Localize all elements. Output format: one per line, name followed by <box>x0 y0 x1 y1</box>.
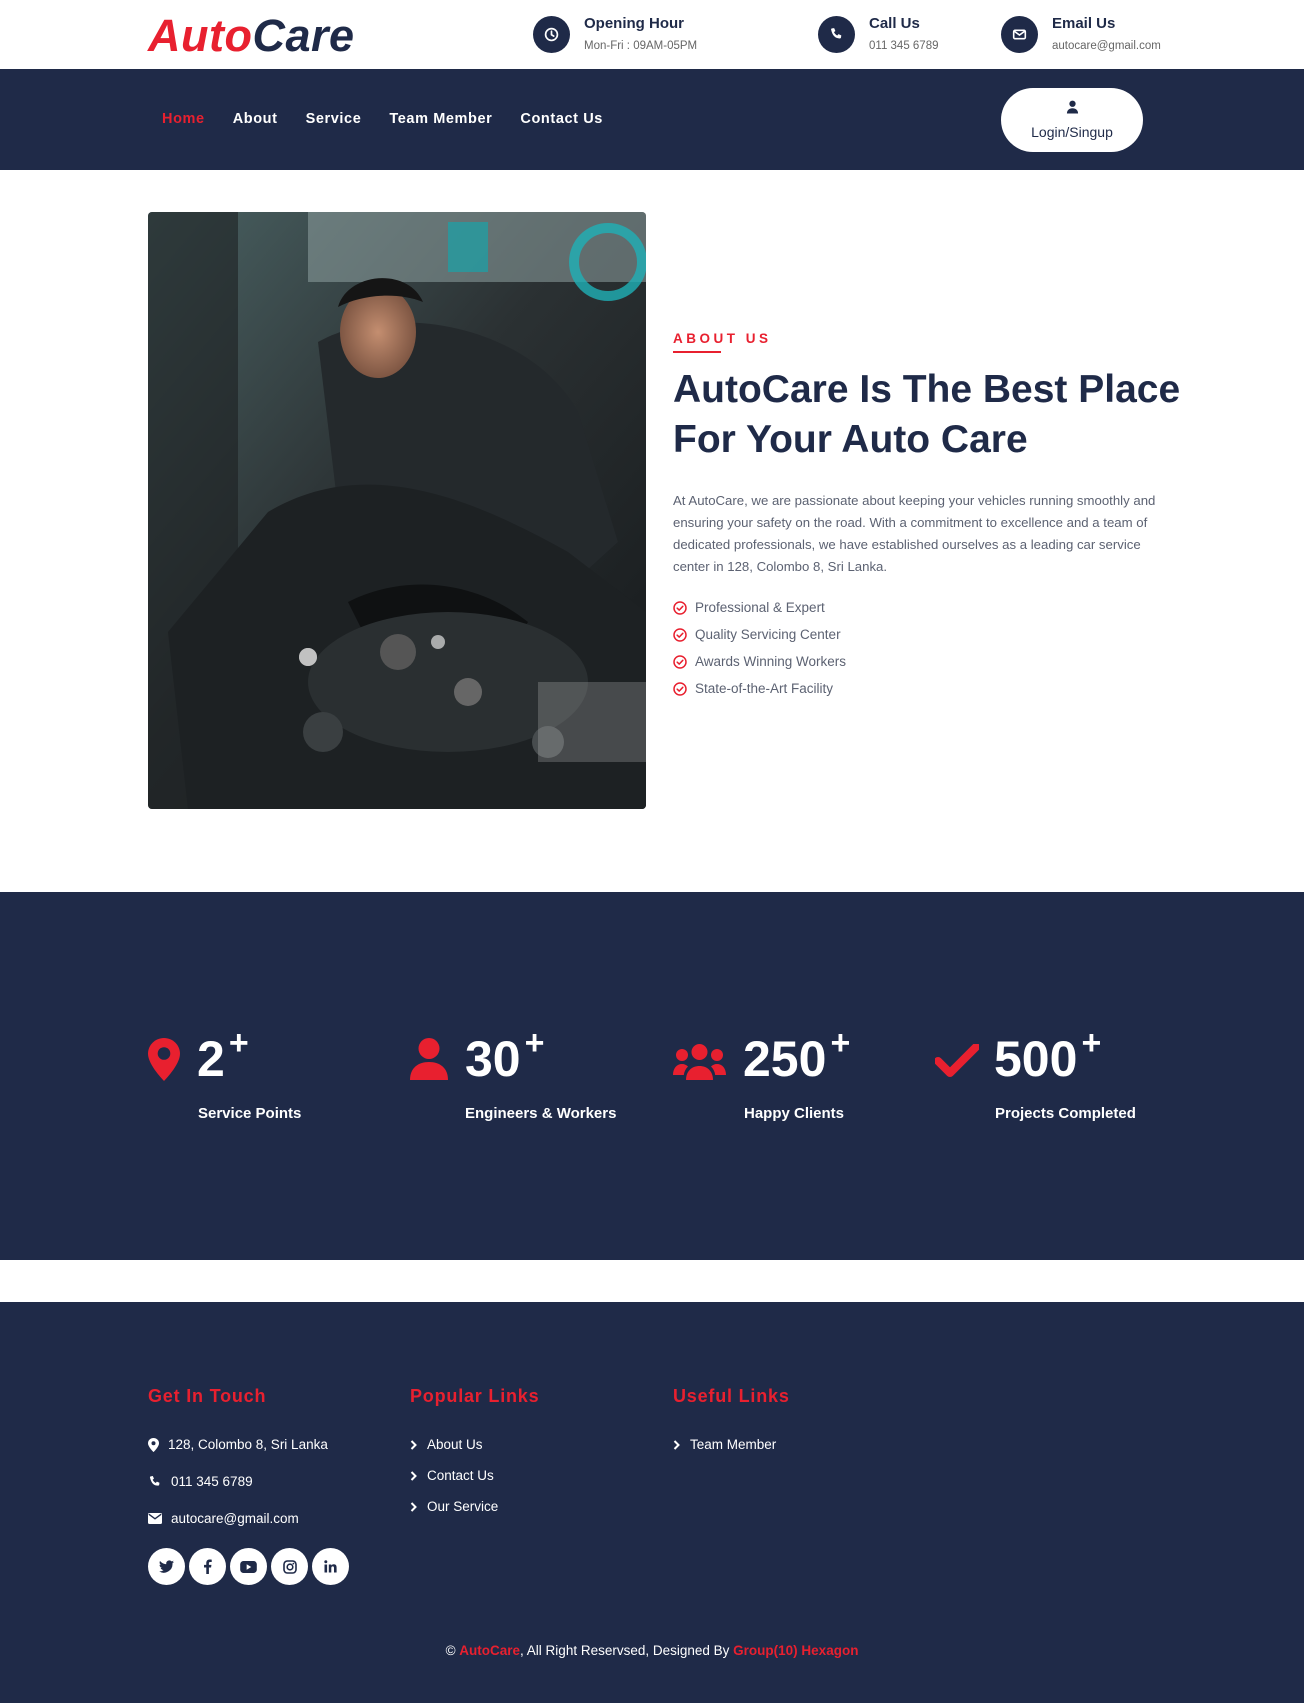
users-icon <box>673 1044 726 1085</box>
link-label: Contact Us <box>427 1468 494 1483</box>
address-text: 128, Colombo 8, Sri Lanka <box>168 1437 328 1452</box>
check-circle-icon <box>673 654 687 669</box>
feature-list: Professional & Expert Quality Servicing … <box>673 594 846 702</box>
login-signup-label: Login/Singup <box>1031 124 1113 140</box>
designer-link[interactable]: Group(10) Hexagon <box>733 1643 858 1658</box>
nav-link-home[interactable]: Home <box>162 111 205 127</box>
eyebrow-underline <box>673 351 721 353</box>
footer-phone: 011 345 6789 <box>148 1474 253 1489</box>
nav-link-contact-us[interactable]: Contact Us <box>520 111 603 127</box>
copyright-brand-link[interactable]: AutoCare <box>459 1643 520 1658</box>
stat-value: 250 + <box>743 1024 851 1087</box>
list-item: Quality Servicing Center <box>673 621 846 648</box>
footer-link-about-us[interactable]: About Us <box>410 1437 483 1452</box>
check-circle-icon <box>673 627 687 642</box>
copyright-text: © AutoCare, All Right Reservsed, Designe… <box>0 1643 1304 1658</box>
list-item: Professional & Expert <box>673 594 846 621</box>
link-label: Team Member <box>690 1437 777 1452</box>
footer-address: 128, Colombo 8, Sri Lanka <box>148 1437 328 1452</box>
nav-link-about[interactable]: About <box>233 111 278 127</box>
twitter-icon[interactable] <box>148 1548 185 1585</box>
login-signup-button[interactable]: Login/Singup <box>1001 88 1143 152</box>
list-item: State-of-the-Art Facility <box>673 675 846 702</box>
user-icon <box>410 1038 448 1085</box>
clock-icon <box>533 16 570 53</box>
feature-label: Professional & Expert <box>695 600 825 615</box>
logo-part-auto: Auto <box>148 10 253 61</box>
about-title: AutoCare Is The Best Place For Your Auto… <box>673 368 1181 461</box>
feature-label: Quality Servicing Center <box>695 627 841 642</box>
useful-links-title: Useful Links <box>673 1386 790 1406</box>
copyright-symbol: © <box>445 1643 456 1658</box>
chevron-right-icon <box>410 1470 417 1481</box>
chevron-right-icon <box>673 1439 680 1450</box>
email-us-detail[interactable]: autocare@gmail.com <box>1052 40 1161 52</box>
call-us-title: Call Us <box>869 15 920 32</box>
map-marker-icon <box>148 1437 159 1452</box>
youtube-icon[interactable] <box>230 1548 267 1585</box>
opening-hour-title: Opening Hour <box>584 15 684 32</box>
user-icon <box>1066 100 1079 119</box>
stats-section: 2 + Service Points 30 + Engineers & Worker… <box>0 892 1304 1260</box>
nav-links: Home About Service Team Member Contact U… <box>162 111 603 127</box>
copyright-middle: , All Right Reservsed, Designed By <box>520 1643 730 1658</box>
logo-part-care: Care <box>252 10 355 61</box>
brand-logo[interactable]: AutoCare <box>148 10 355 62</box>
stat-label: Service Points <box>198 1105 302 1122</box>
stat-label: Happy Clients <box>744 1105 845 1122</box>
feature-label: State-of-the-Art Facility <box>695 681 834 696</box>
footer-link-team-member[interactable]: Team Member <box>673 1437 776 1452</box>
email-text: autocare@gmail.com <box>171 1511 299 1526</box>
main-navbar: Home About Service Team Member Contact U… <box>0 69 1304 170</box>
phone-icon <box>818 16 855 53</box>
envelope-icon <box>1001 16 1038 53</box>
link-label: Our Service <box>427 1499 499 1514</box>
popular-links-title: Popular Links <box>410 1386 540 1406</box>
check-icon <box>934 1043 980 1083</box>
feature-label: Awards Winning Workers <box>695 654 847 669</box>
list-item: Awards Winning Workers <box>673 648 846 675</box>
nav-link-team-member[interactable]: Team Member <box>389 111 492 127</box>
stat-label: Engineers & Workers <box>465 1105 617 1122</box>
stat-value: 2 + <box>197 1024 249 1087</box>
footer-email[interactable]: autocare@gmail.com <box>148 1511 299 1526</box>
envelope-icon <box>148 1513 162 1524</box>
chevron-right-icon <box>410 1501 417 1512</box>
email-us-title: Email Us <box>1052 15 1116 32</box>
stat-value: 30 + <box>465 1024 545 1087</box>
about-description: At AutoCare, we are passionate about kee… <box>673 493 1156 574</box>
stat-value: 500 + <box>994 1024 1102 1087</box>
top-bar: AutoCare Opening Hour Mon-Fri : 09AM-05P… <box>0 0 1304 69</box>
nav-link-service[interactable]: Service <box>306 111 362 127</box>
map-marker-icon <box>148 1038 180 1086</box>
footer-link-our-service[interactable]: Our Service <box>410 1499 498 1514</box>
instagram-icon[interactable] <box>271 1548 308 1585</box>
opening-hour-detail: Mon-Fri : 09AM-05PM <box>584 40 698 52</box>
check-circle-icon <box>673 681 687 696</box>
get-in-touch-title: Get In Touch <box>148 1386 267 1406</box>
stat-label: Projects Completed <box>995 1105 1136 1122</box>
social-links <box>148 1548 349 1585</box>
link-label: About Us <box>427 1437 483 1452</box>
phone-text: 011 345 6789 <box>171 1474 253 1489</box>
facebook-icon[interactable] <box>189 1548 226 1585</box>
about-eyebrow: ABOUT US <box>673 331 772 346</box>
call-us-detail: 011 345 6789 <box>869 40 939 52</box>
linkedin-icon[interactable] <box>312 1548 349 1585</box>
footer-link-contact-us[interactable]: Contact Us <box>410 1468 494 1483</box>
mechanic-photo <box>148 212 646 809</box>
phone-icon <box>149 1475 160 1486</box>
chevron-right-icon <box>410 1439 417 1450</box>
check-circle-icon <box>673 600 687 615</box>
